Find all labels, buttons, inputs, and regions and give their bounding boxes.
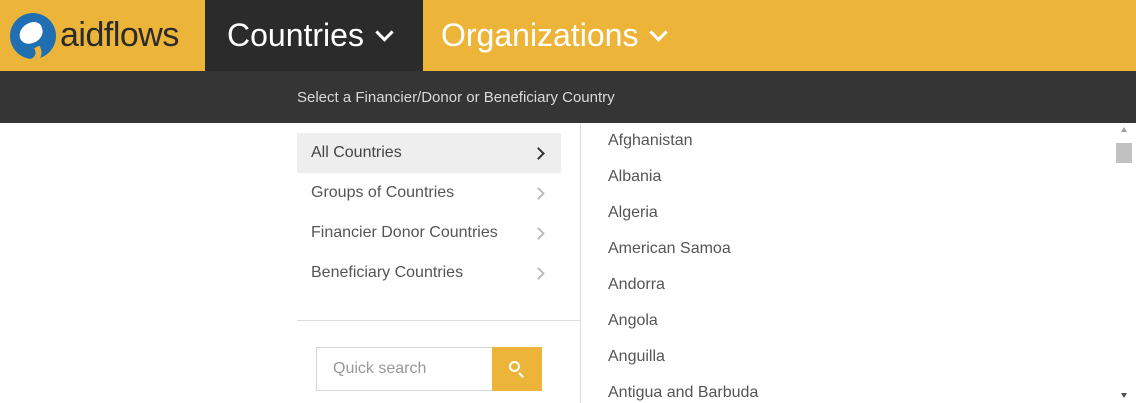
chevron-down-icon bbox=[375, 23, 394, 42]
nav-organizations-menu[interactable]: Organizations bbox=[423, 0, 669, 71]
menu-item-label: Beneficiary Countries bbox=[311, 264, 464, 281]
scroll-down-arrow-icon[interactable] bbox=[1121, 393, 1127, 398]
aidflows-globe-logo-icon bbox=[10, 12, 56, 59]
subheader-text: Select a Financier/Donor or Beneficiary … bbox=[297, 88, 615, 106]
menu-item-all-countries[interactable]: All Countries bbox=[297, 133, 561, 173]
scrollbar-thumb[interactable] bbox=[1116, 143, 1132, 163]
country-item[interactable]: American Samoa bbox=[581, 231, 1116, 267]
menu-divider bbox=[297, 320, 580, 321]
brand-name: aidflows bbox=[60, 16, 179, 54]
subheader-bar: Select a Financier/Donor or Beneficiary … bbox=[0, 71, 1136, 123]
chevron-down-icon bbox=[649, 23, 669, 42]
scroll-up-arrow-icon[interactable] bbox=[1121, 127, 1127, 132]
country-item[interactable]: Antigua and Barbuda bbox=[581, 375, 1116, 403]
menu-item-label: Groups of Countries bbox=[311, 184, 455, 201]
search-icon bbox=[509, 361, 525, 378]
chevron-right-icon bbox=[532, 186, 545, 200]
country-item[interactable]: Angola bbox=[581, 303, 1116, 339]
country-list-scrollbar[interactable] bbox=[1116, 123, 1133, 403]
chevron-right-icon bbox=[532, 146, 545, 160]
menu-item-beneficiary-countries[interactable]: Beneficiary Countries bbox=[297, 253, 561, 293]
country-item[interactable]: Anguilla bbox=[581, 339, 1116, 375]
country-item[interactable]: Albania bbox=[581, 159, 1116, 195]
search-button[interactable] bbox=[492, 347, 542, 391]
menu-item-label: Financier Donor Countries bbox=[311, 224, 498, 241]
quick-search-input[interactable] bbox=[316, 347, 492, 391]
menu-item-label: All Countries bbox=[311, 144, 402, 161]
chevron-right-icon bbox=[532, 226, 545, 240]
nav-countries-label: Countries bbox=[227, 17, 364, 53]
country-item[interactable]: Andorra bbox=[581, 267, 1116, 303]
country-list: Afghanistan Albania Algeria American Sam… bbox=[581, 123, 1116, 403]
country-item[interactable]: Algeria bbox=[581, 195, 1116, 231]
menu-item-groups-of-countries[interactable]: Groups of Countries bbox=[297, 173, 561, 213]
chevron-right-icon bbox=[532, 266, 545, 280]
nav-countries-menu[interactable]: Countries bbox=[205, 0, 423, 71]
menu-item-financier-donor-countries[interactable]: Financier Donor Countries bbox=[297, 213, 561, 253]
top-navigation-bar: aidflows Countries Organizations bbox=[0, 0, 1136, 71]
country-category-menu: All Countries Groups of Countries Financ… bbox=[297, 133, 561, 293]
quick-search bbox=[316, 347, 542, 391]
logo[interactable]: aidflows bbox=[0, 0, 205, 71]
country-item[interactable]: Afghanistan bbox=[581, 123, 1116, 159]
nav-organizations-label: Organizations bbox=[441, 17, 639, 53]
